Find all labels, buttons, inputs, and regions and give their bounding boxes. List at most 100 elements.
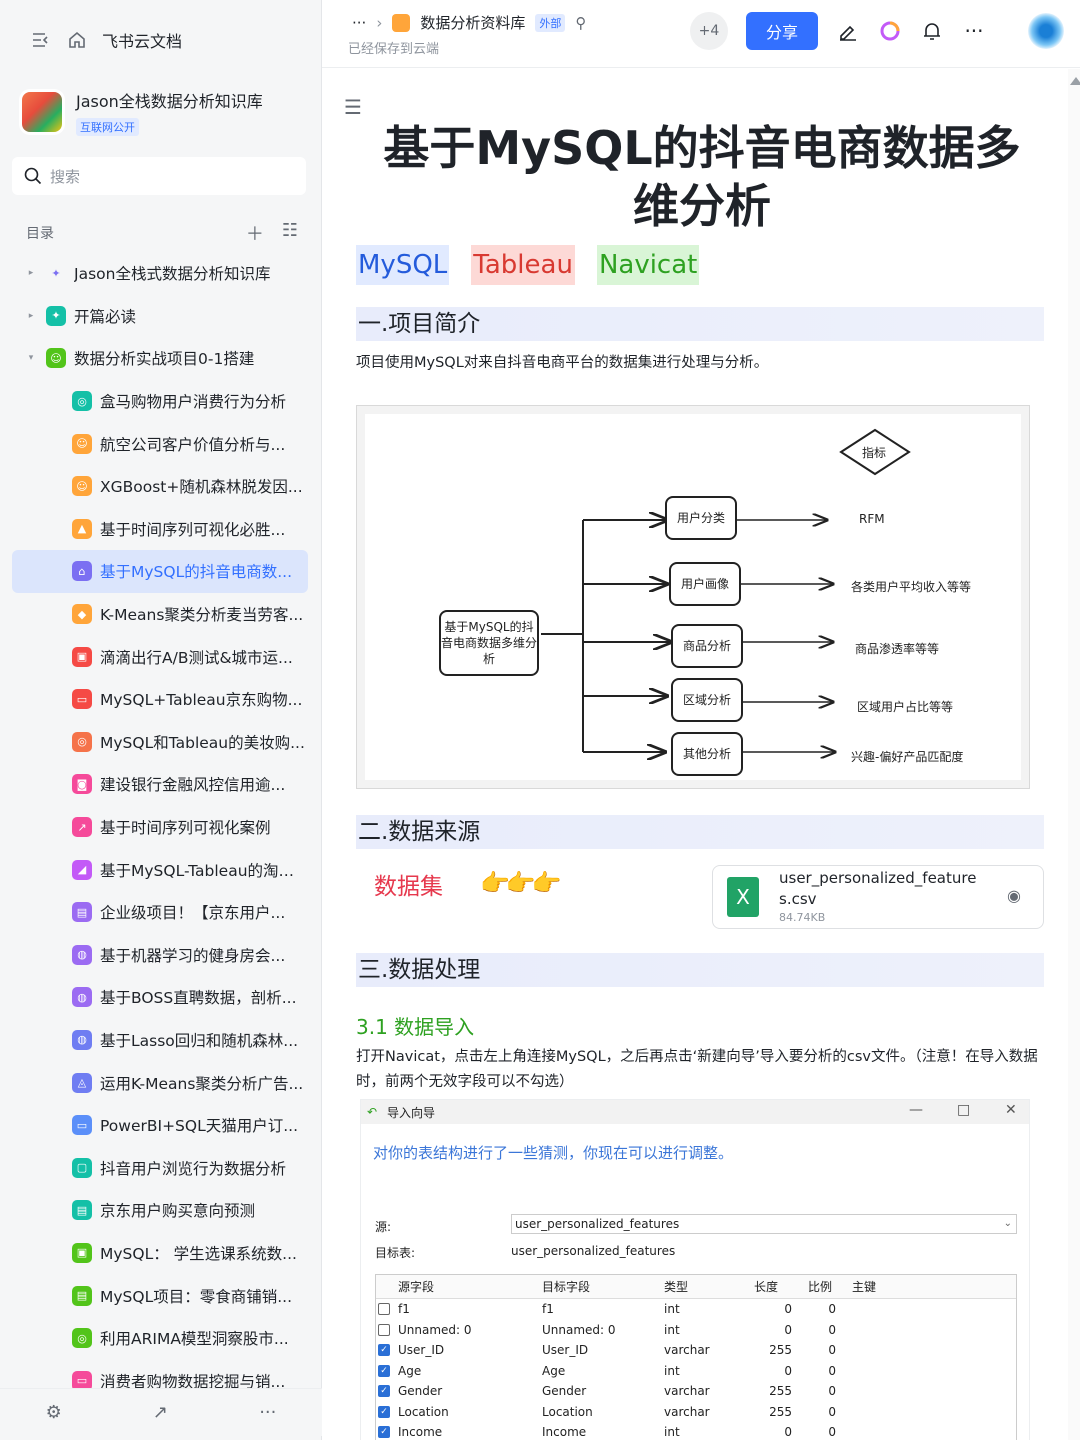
import-wizard-screenshot: ↶ 导入向导 — □ ✕ 对你的表结构进行了一些猜测，你现在可以进行调整。 源:… — [360, 1099, 1030, 1440]
breadcrumb-folder[interactable]: 数据分析资料库 — [420, 12, 525, 33]
doc-icon: ▭ — [72, 1115, 92, 1136]
toc-item[interactable]: ▭ MySQL+Tableau京东购物... — [12, 678, 308, 721]
toc-item-label: PowerBI+SQL天猫用户订... — [100, 1117, 299, 1136]
kb-public-badge: 互联网公开 — [76, 118, 139, 136]
add-icon[interactable]: ＋ — [246, 220, 264, 246]
file-name: user_personalized_features.csv — [779, 869, 977, 908]
cell-target-field: User_ID — [542, 1343, 589, 1358]
toc-item[interactable]: ↗ 基于时间序列可视化案例 — [12, 806, 308, 849]
source-label: 源: — [375, 1220, 392, 1234]
collaborators-button[interactable]: +4 — [690, 12, 728, 50]
diagram-node-3: 商品分析 — [671, 624, 743, 668]
diagram-node-5: 其他分析 — [671, 732, 743, 776]
kb-title: Jason全栈数据分析知识库 — [76, 92, 263, 111]
edit-icon[interactable] — [836, 19, 860, 43]
toc-item[interactable]: ◎ MySQL和Tableau的美妆购... — [12, 721, 308, 764]
toc-item[interactable]: ▤ MySQL项目：零食商铺销... — [12, 1274, 308, 1317]
cell-type: int — [664, 1302, 680, 1317]
toc-item[interactable]: ◢ 基于MySQL-Tableau的淘宝... — [12, 848, 308, 891]
file-attachment-card[interactable]: X user_personalized_features.csv 84.74KB… — [712, 865, 1044, 929]
collapse-sidebar-icon[interactable] — [30, 29, 52, 51]
toc-item[interactable]: ◍ 基于机器学习的健身房会... — [12, 934, 308, 977]
toc-item[interactable]: ▾ ☺ 数据分析实战项目0-1搭建 — [12, 337, 308, 380]
toc-item[interactable]: ▲ 基于时间序列可视化必胜... — [12, 508, 308, 551]
toc-item-label: 基于Lasso回归和随机森林... — [100, 1031, 299, 1050]
doc-icon: ▲ — [72, 518, 92, 539]
toc-item[interactable]: ▤ 京东用户购买意向预测 — [12, 1189, 308, 1232]
settings-icon[interactable]: ⚙ — [46, 1402, 62, 1423]
list-settings-icon[interactable]: ☷ — [282, 220, 298, 246]
diagram-node-2: 用户画像 — [669, 562, 741, 606]
save-status: 已经保存到云端 — [348, 42, 440, 57]
cell-length: 0 — [784, 1302, 792, 1317]
knowledge-base-header[interactable]: Jason全栈数据分析知识库 互联网公开 — [22, 84, 263, 136]
toc-item[interactable]: ▤ 企业级项目！【京东用户... — [12, 891, 308, 934]
toc-item[interactable]: ▸ ✦ Jason全栈式数据分析知识库 — [12, 252, 308, 295]
toc-item-label: MySQL和Tableau的美妆购... — [100, 733, 305, 752]
column-header: 源字段 — [398, 1280, 435, 1294]
wizard-back-icon: ↶ — [367, 1105, 378, 1119]
toc-item[interactable]: ◍ 基于BOSS直聘数据，剖析... — [12, 976, 308, 1019]
outline-icon[interactable]: ☰ — [344, 95, 362, 119]
more-icon[interactable]: ··· — [259, 1402, 276, 1423]
toc-item[interactable]: ◎ 利用ARIMA模型洞察股市... — [12, 1317, 308, 1360]
cell-scale: 0 — [828, 1425, 836, 1440]
row-checkbox: ✓ — [378, 1385, 390, 1398]
toc-item-label: 基于时间序列可视化必胜... — [100, 520, 286, 539]
toc-item[interactable]: ◍ 基于Lasso回归和随机森林... — [12, 1019, 308, 1062]
toc-item[interactable]: ▭ PowerBI+SQL天猫用户订... — [12, 1104, 308, 1147]
toc-item[interactable]: ▸ ✦ 开篇必读 — [12, 295, 308, 338]
app-title[interactable]: 飞书云文档 — [102, 28, 182, 52]
cell-target-field: Location — [542, 1404, 593, 1419]
breadcrumb-more[interactable]: ··· — [352, 14, 366, 32]
cell-type: varchar — [664, 1384, 710, 1399]
column-header: 目标字段 — [542, 1280, 591, 1294]
excel-file-icon: X — [727, 877, 759, 917]
toc-item[interactable]: ☺ 航空公司客户价值分析与... — [12, 422, 308, 465]
scroll-up-arrow-icon[interactable] — [1070, 77, 1080, 85]
toc-item[interactable]: ◎ 盒马购物用户消费行为分析 — [12, 380, 308, 423]
maximize-icon: □ — [957, 1102, 971, 1118]
tag-row: MySQL Tableau Navicat — [356, 245, 700, 285]
toc-item[interactable]: ▣ MySQL： 学生选课系统数... — [12, 1232, 308, 1275]
toc-item-label: 开篇必读 — [74, 307, 137, 326]
cell-target-field: Unnamed: 0 — [542, 1322, 616, 1337]
column-header: 类型 — [664, 1280, 689, 1294]
notification-bell-icon[interactable] — [920, 19, 944, 43]
diagram-result-1: RFM — [859, 512, 885, 526]
row-checkbox: ✓ — [378, 1426, 390, 1439]
doc-icon: ✦ — [51, 266, 61, 280]
doc-icon: ☺ — [72, 433, 92, 454]
table-row: ✓ Income Income int 0 0 — [376, 1422, 1016, 1440]
pin-icon[interactable]: ⚲ — [575, 14, 586, 32]
toc-item[interactable]: ▣ 滴滴出行A/B测试&城市运... — [12, 635, 308, 678]
toc-item[interactable]: ☺ XGBoost+随机森林脱发因... — [12, 465, 308, 508]
source-select: user_personalized_features ⌄ — [511, 1214, 1017, 1234]
toc-item[interactable]: ◆ K-Means聚类分析麦当劳客... — [12, 593, 308, 636]
cell-source-field: Unnamed: 0 — [398, 1322, 472, 1337]
expand-arrow-icon[interactable]: ▸ — [24, 268, 38, 278]
more-options-icon[interactable]: ··· — [962, 19, 986, 43]
cell-type: int — [664, 1425, 680, 1440]
share-button[interactable]: 分享 — [746, 12, 818, 50]
toc-item[interactable]: ◙ 建设银行金融风控信用逾... — [12, 763, 308, 806]
home-icon[interactable] — [66, 29, 88, 51]
mindmap-diagram[interactable]: 指标 基于MySQL的抖音电商数据多维分析 用户分类 用户画像 商品分析 区域分… — [356, 405, 1030, 789]
toc-item[interactable]: ⌂ 基于MySQL的抖音电商数... — [12, 550, 308, 593]
column-header: 主键 — [852, 1280, 877, 1294]
table-header-row: 源字段 目标字段 类型 长度 比例 主键 — [376, 1275, 1016, 1299]
user-avatar[interactable] — [1028, 13, 1064, 49]
expand-arrow-icon[interactable]: ▸ — [24, 311, 38, 321]
ai-assistant-icon[interactable] — [878, 19, 902, 43]
diagram-top-label: 指标 — [862, 446, 887, 460]
share-out-icon[interactable]: ↗ — [153, 1402, 168, 1423]
toc-item-label: 滴滴出行A/B测试&城市运... — [100, 648, 293, 667]
search-input[interactable]: 搜索 — [12, 157, 306, 195]
scrollbar[interactable] — [1068, 69, 1080, 1440]
table-row: ✓ Location Location varchar 255 0 — [376, 1402, 1016, 1423]
toc-item[interactable]: ◬ 运用K-Means聚类分析广告... — [12, 1061, 308, 1104]
preview-eye-icon[interactable]: ◉ — [1007, 886, 1021, 905]
expand-arrow-icon[interactable]: ▾ — [24, 353, 38, 363]
toc-item[interactable]: ▢ 抖音用户浏览行为数据分析 — [12, 1146, 308, 1189]
doc-icon: ▭ — [72, 689, 92, 710]
